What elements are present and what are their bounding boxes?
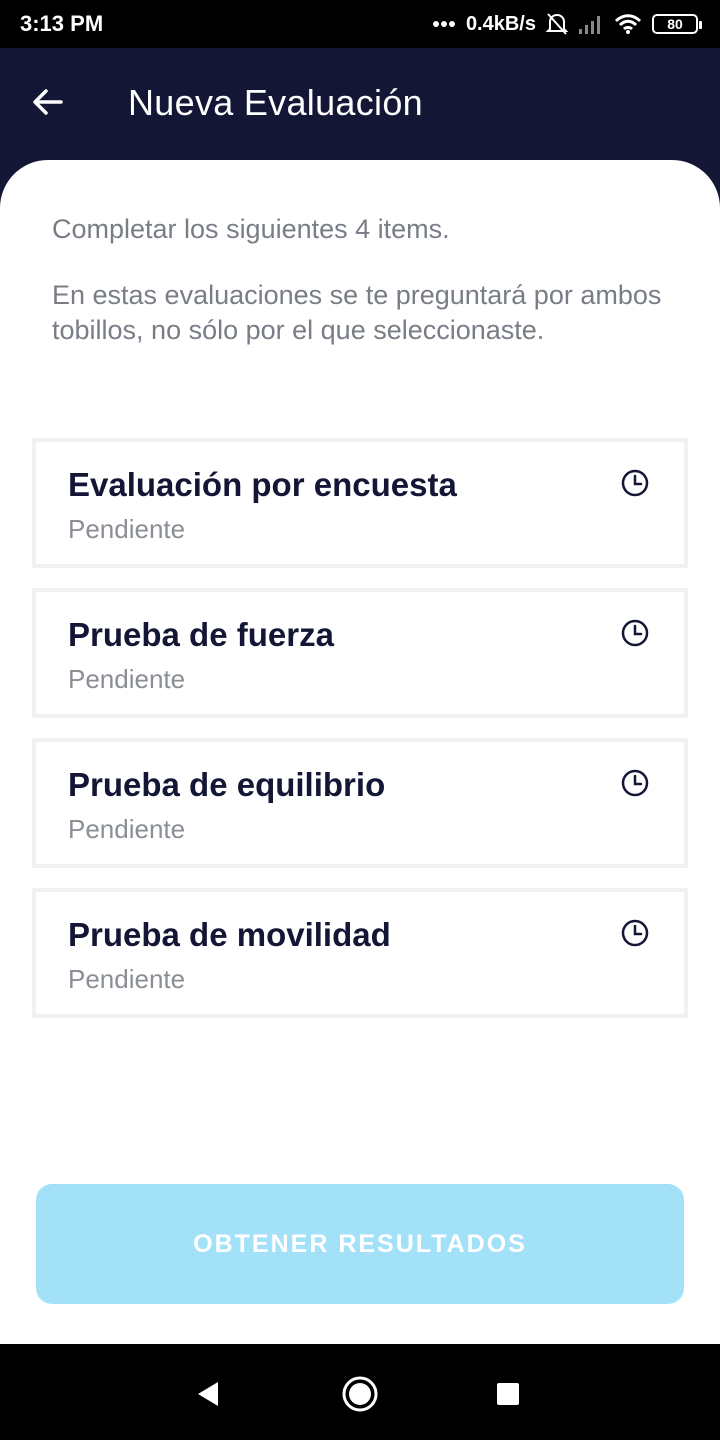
evaluation-item-mobility[interactable]: Prueba de movilidad Pendiente <box>32 888 688 1018</box>
item-title: Evaluación por encuesta <box>68 466 457 503</box>
status-bar: 3:13 PM 0.4kB/s 80 <box>0 0 720 48</box>
clock-icon <box>621 769 649 797</box>
clock-icon <box>621 919 649 947</box>
item-status: Pendiente <box>68 514 186 544</box>
clock-icon <box>621 469 649 497</box>
system-nav-bar <box>0 1344 720 1440</box>
content-sheet: Completar los siguientes 4 items. En est… <box>0 160 720 1344</box>
app-bar: Nueva Evaluación <box>0 48 720 160</box>
get-results-button[interactable]: OBTENER RESULTADOS <box>36 1184 684 1304</box>
bell-muted-icon <box>546 12 568 36</box>
intro-text: Completar los siguientes 4 items. <box>52 214 450 244</box>
home-circle-icon[interactable] <box>340 1374 380 1414</box>
evaluation-item-survey[interactable]: Evaluación por encuesta Pendiente <box>32 438 688 568</box>
dots-icon <box>432 20 456 28</box>
intro-note: En estas evaluaciones se te preguntará p… <box>52 280 662 345</box>
page-title: Nueva Evaluación <box>128 82 423 123</box>
battery-icon: 80 <box>652 14 702 34</box>
back-button[interactable] <box>26 82 70 126</box>
recents-square-icon[interactable] <box>488 1374 528 1414</box>
item-status: Pendiente <box>68 814 186 844</box>
item-title: Prueba de movilidad <box>68 916 391 953</box>
evaluation-item-balance[interactable]: Prueba de equilibrio Pendiente <box>32 738 688 868</box>
evaluation-item-strength[interactable]: Prueba de fuerza Pendiente <box>32 588 688 718</box>
network-speed: 0.4kB/s <box>465 12 536 35</box>
back-triangle-icon[interactable] <box>188 1374 228 1414</box>
wifi-icon <box>614 13 642 35</box>
item-title: Prueba de equilibrio <box>68 766 386 803</box>
item-status: Pendiente <box>68 664 186 694</box>
status-icons: 0.4kB/s 80 <box>432 12 702 36</box>
arrow-left-icon <box>32 88 64 121</box>
item-status: Pendiente <box>68 964 186 994</box>
status-time: 3:13 PM <box>20 11 104 36</box>
signal-icon <box>578 13 604 35</box>
clock-icon <box>621 619 649 647</box>
item-title: Prueba de fuerza <box>68 616 334 653</box>
